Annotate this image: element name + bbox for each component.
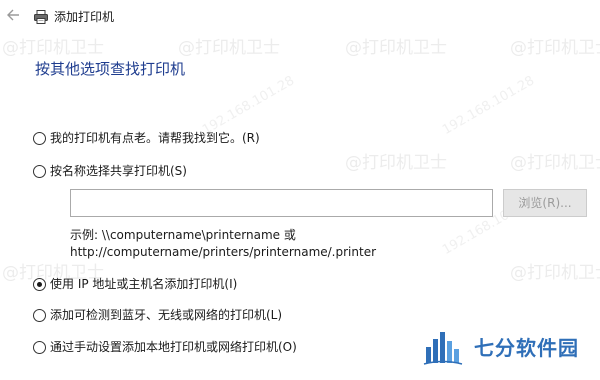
option-label: 我的打印机有点老。请帮我找到它。(R) — [50, 131, 260, 145]
radio-button[interactable] — [33, 164, 46, 178]
add-printer-window: @打印机卫士 @打印机卫士 @打印机卫士 @打印机卫士 @打印机卫士 @打印机卫… — [0, 0, 600, 380]
radio-button-checked[interactable] — [33, 277, 46, 291]
printer-icon — [33, 9, 49, 25]
watermark-text: @打印机卫士 — [510, 153, 600, 173]
back-arrow-icon[interactable] — [4, 8, 22, 26]
watermark-text: @打印机卫士 — [178, 38, 280, 58]
radio-button[interactable] — [33, 340, 46, 354]
watermark-text: @打印机卫士 — [510, 263, 600, 283]
radio-button[interactable] — [33, 131, 46, 145]
example-text-line2: http://computername/printers/printername… — [70, 245, 377, 259]
option-old-printer[interactable]: 我的打印机有点老。请帮我找到它。(R) — [33, 128, 260, 148]
watermark-text: @打印机卫士 — [2, 38, 104, 58]
title-bar: 添加打印机 — [0, 0, 600, 34]
example-text-line1: 示例: \\computername\printername 或 — [70, 228, 296, 242]
option-ip-or-hostname[interactable]: 使用 IP 地址或主机名添加打印机(I) — [33, 274, 237, 294]
watermark-text: @打印机卫士 — [345, 153, 447, 173]
option-manual-local-or-network[interactable]: 通过手动设置添加本地打印机或网络打印机(O) — [33, 337, 297, 357]
shared-printer-name-input[interactable] — [70, 189, 493, 217]
option-bluetooth-wireless-network[interactable]: 添加可检测到蓝牙、无线或网络的打印机(L) — [33, 305, 282, 325]
browse-button[interactable]: 浏览(R)... — [503, 189, 587, 217]
brand-logo-icon — [420, 323, 466, 369]
watermark-text: @打印机卫士 — [510, 38, 600, 58]
watermark-ip: 192.168.101.28 — [440, 73, 538, 138]
option-shared-printer-by-name[interactable]: 按名称选择共享打印机(S) — [33, 161, 187, 181]
radio-button[interactable] — [33, 308, 46, 322]
option-label: 添加可检测到蓝牙、无线或网络的打印机(L) — [50, 308, 283, 322]
option-label: 通过手动设置添加本地打印机或网络打印机(O) — [50, 340, 297, 354]
watermark-text: @打印机卫士 — [345, 38, 447, 58]
brand-name: 七分软件园 — [474, 335, 579, 360]
window-title: 添加打印机 — [54, 10, 115, 24]
option-label: 按名称选择共享打印机(S) — [50, 164, 187, 178]
option-label: 使用 IP 地址或主机名添加打印机(I) — [50, 277, 238, 291]
page-heading: 按其他选项查找打印机 — [35, 60, 186, 78]
brand-watermark: 七分软件园 — [420, 320, 595, 372]
